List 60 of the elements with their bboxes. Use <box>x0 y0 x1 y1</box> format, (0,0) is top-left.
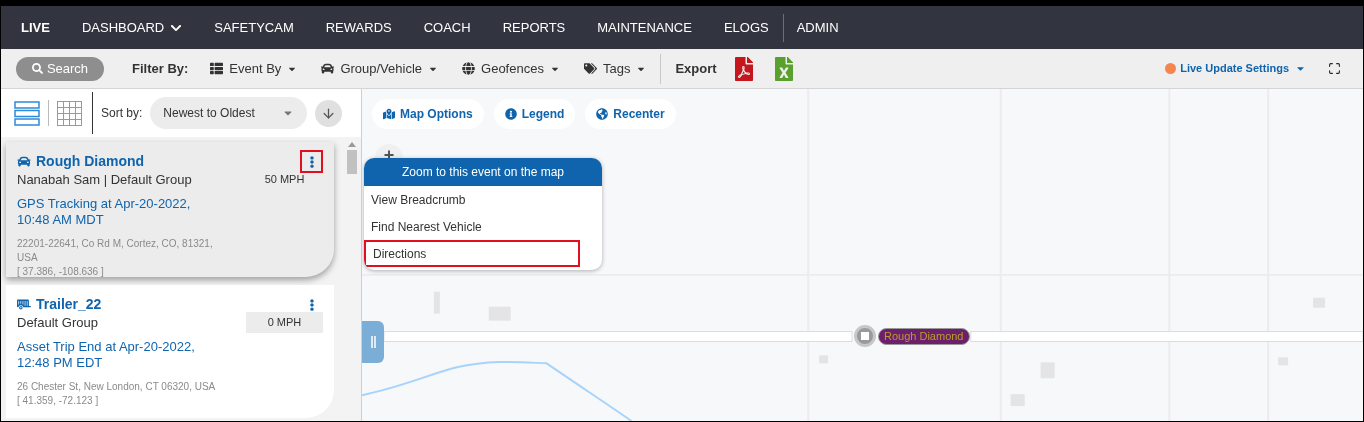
excel-icon[interactable] <box>774 56 793 81</box>
globe-icon <box>462 62 476 75</box>
info-icon <box>504 108 517 120</box>
tags-icon <box>583 62 597 75</box>
nav-tab[interactable]: COACH <box>423 17 471 38</box>
nav-tab[interactable]: DASHBOARD <box>81 17 183 38</box>
nav-tab[interactable]: ELOGS <box>723 17 769 38</box>
map-toolbar-button[interactable]: Legend <box>493 99 576 129</box>
car-icon <box>17 155 31 168</box>
pdf-icon[interactable] <box>734 56 753 81</box>
driver-group: Default Group <box>17 312 98 333</box>
event-description[interactable]: GPS Tracking at Apr-20-2022, 10:48 AM MDT <box>17 196 197 228</box>
sort-direction-button[interactable] <box>315 99 343 127</box>
address-text: 26 Chester St, New London, CT 06320, USA <box>17 380 217 394</box>
event-description[interactable]: Asset Trip End at Apr-20-2022, 12:48 PM EDT <box>17 339 197 371</box>
trailer-icon <box>17 298 31 311</box>
nav-tab[interactable]: REWARDS <box>325 17 392 38</box>
search-icon <box>31 63 43 74</box>
panel-collapse-handle[interactable] <box>362 321 384 363</box>
nav-tab[interactable]: SAFETYCAM <box>214 17 294 38</box>
menu-item[interactable]: Directions <box>364 240 580 267</box>
speed-label: 0 MPH <box>246 312 323 333</box>
coordinates-text: [ 41.359, -72.123 ] <box>17 394 100 408</box>
fullscreen-icon[interactable] <box>1328 62 1341 75</box>
arrow-down-icon <box>321 105 337 121</box>
map-icon <box>383 108 395 120</box>
nav-tab[interactable]: ADMIN <box>782 13 839 42</box>
export-label: Export <box>675 59 717 78</box>
list-view-icon[interactable] <box>14 100 40 126</box>
nav-tab[interactable]: LIVE <box>21 17 50 38</box>
car-icon <box>321 62 335 75</box>
address-text: 22201-22641, Co Rd M, Cortez, CO, 81321, USA <box>17 237 214 265</box>
driver-group: Nanabah Sam | Default Group <box>17 169 192 190</box>
nav-tab[interactable]: REPORTS <box>502 17 566 38</box>
event-card[interactable]: Rough Diamond Nanabah Sam | Default Group 50 MPH GPS Tracking at Apr-20-2022, 10:48 AM MDT 22201-22641, Co Rd M, Cortez, CO, 81321, USA [ 37.386, -108.636 ] <box>6 142 334 277</box>
filter-dropdown[interactable]: Geofences <box>462 58 560 79</box>
speed-label: 50 MPH <box>263 172 306 188</box>
grip-icon <box>370 336 376 348</box>
map-toolbar-button[interactable]: Map Options <box>372 99 484 129</box>
grid-view-icon[interactable] <box>57 100 82 126</box>
vehicle-name[interactable]: Trailer_22 <box>36 294 102 315</box>
list-icon <box>210 62 224 75</box>
sort-label: Sort by: <box>101 105 143 122</box>
vehicle-name[interactable]: Rough Diamond <box>36 151 145 172</box>
map-toolbar-button[interactable]: Recenter <box>585 99 676 129</box>
coordinates-text: [ 37.386, -108.636 ] <box>17 265 105 279</box>
sort-dropdown[interactable]: Newest to Oldest <box>150 97 308 129</box>
filter-dropdown[interactable]: Tags <box>583 58 647 79</box>
marker-label[interactable]: Rough Diamond <box>878 328 970 345</box>
filter-dropdown[interactable]: Event By <box>210 58 298 79</box>
filter-dropdown[interactable]: Group/Vehicle <box>321 58 439 79</box>
nav-tab[interactable]: MAINTENANCE <box>597 17 692 38</box>
event-card[interactable]: Trailer_22 Default Group 0 MPH Asset Trip End at Apr-20-2022, 12:48 PM EDT 26 Chester St, New London, CT 06320, USA [ 41.359, -72.123 ] <box>6 285 334 418</box>
menu-header[interactable]: Zoom to this event on the map <box>364 158 602 186</box>
globe-icon <box>596 108 609 120</box>
live-update-settings[interactable]: Live Update Settings <box>1180 60 1306 77</box>
menu-item[interactable]: Find Nearest Vehicle <box>364 213 580 240</box>
menu-item[interactable]: View Breadcrumb <box>364 186 580 213</box>
more-menu-button[interactable] <box>300 150 323 173</box>
filter-label: Filter By: <box>132 59 189 78</box>
